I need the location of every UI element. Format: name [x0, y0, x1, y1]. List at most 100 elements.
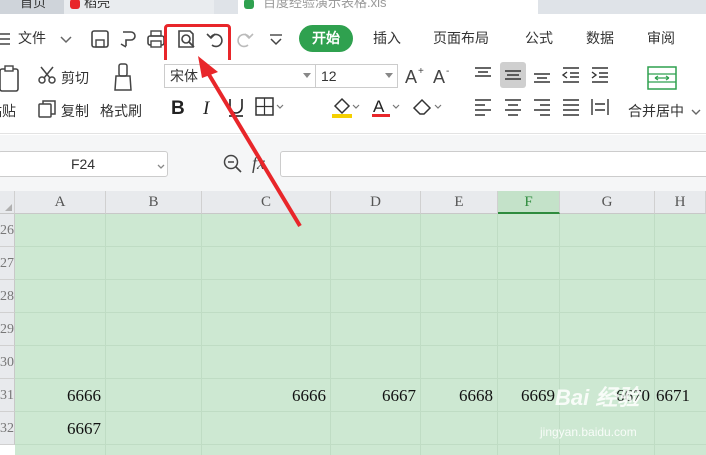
justify-icon[interactable] [560, 96, 582, 123]
col-header-b[interactable]: B [106, 191, 202, 214]
copy-label[interactable]: 复制 [61, 101, 89, 121]
svg-text:B: B [171, 98, 185, 118]
format-painter-label[interactable]: 格式刷 [100, 101, 142, 121]
tab-home-label: 首页 [20, 0, 47, 10]
align-bottom-icon[interactable] [531, 64, 553, 91]
eraser-icon[interactable] [410, 96, 442, 123]
font-color-icon[interactable]: A [370, 96, 400, 123]
paste-label[interactable]: 粘贴 [0, 101, 16, 121]
col-header-e[interactable]: E [421, 191, 498, 214]
decrease-font-icon[interactable]: A- [432, 64, 454, 91]
chevron-down-icon[interactable] [690, 104, 702, 122]
export-icon[interactable] [117, 28, 139, 50]
gridline [15, 312, 706, 313]
menu-file[interactable]: 文件 [18, 28, 46, 48]
ribbon: 粘贴 剪切 复制 格式刷 宋体 12 A+ A- B I A [0, 60, 706, 134]
align-top-icon[interactable] [472, 64, 494, 91]
sheet-grid[interactable]: 6666 6666 6667 6668 6669 6670 6671 6667 [15, 214, 706, 455]
tab-start[interactable]: 开始 [299, 25, 353, 52]
gridline [15, 444, 706, 445]
tab-workbook[interactable]: 百度经验演示表格.xls [238, 0, 538, 14]
save-icon[interactable] [89, 28, 111, 50]
bold-icon[interactable]: B [170, 96, 188, 123]
gridline [420, 214, 421, 455]
formula-input[interactable] [280, 151, 706, 177]
col-header-f[interactable]: F [498, 191, 560, 214]
fill-color-icon[interactable] [330, 96, 360, 123]
format-painter-icon[interactable] [110, 62, 136, 99]
row-header-26[interactable]: 26 [0, 214, 15, 247]
gridline [330, 214, 331, 455]
align-middle-icon[interactable] [500, 62, 526, 88]
cell-f31[interactable]: 6669 [497, 379, 559, 412]
decrease-indent-icon[interactable] [560, 64, 582, 91]
row-header-28[interactable]: 28 [0, 280, 15, 313]
gridline [15, 279, 706, 280]
row-header-32[interactable]: 32 [0, 412, 15, 445]
row-header-30[interactable]: 30 [0, 346, 15, 379]
font-name-select[interactable]: 宋体 [164, 64, 316, 88]
row-header-31[interactable]: 31 [0, 379, 15, 412]
increase-indent-icon[interactable] [589, 64, 611, 91]
scissors-icon[interactable] [36, 64, 58, 91]
watermark-logo: Bai 经验 [555, 385, 640, 410]
tab-data[interactable]: 数据 [586, 28, 614, 48]
chevron-down-icon [303, 73, 311, 78]
tab-home[interactable]: 首页 [0, 0, 64, 14]
cell-reference: F24 [70, 156, 96, 172]
align-left-icon[interactable] [472, 96, 494, 123]
fx-label[interactable]: fx [252, 153, 265, 174]
cell-d31[interactable]: 6667 [330, 379, 420, 412]
align-right-icon[interactable] [531, 96, 553, 123]
borders-icon[interactable] [254, 96, 284, 123]
italic-icon[interactable]: I [200, 96, 218, 123]
cell-h31[interactable]: 6671 [654, 379, 706, 412]
col-header-c[interactable]: C [202, 191, 331, 214]
merge-center-label[interactable]: 合并居中 [628, 101, 684, 121]
chevron-down-icon[interactable] [156, 159, 166, 177]
tab-formula[interactable]: 公式 [525, 28, 553, 48]
col-header-g[interactable]: G [560, 191, 655, 214]
increase-font-icon[interactable]: A + [404, 64, 426, 91]
cell-a31[interactable]: 6666 [15, 379, 105, 412]
gridline [105, 214, 106, 455]
cell-c31[interactable]: 6666 [201, 379, 330, 412]
gridline [497, 214, 498, 455]
font-size-value: 12 [321, 68, 337, 84]
select-all-corner[interactable] [0, 191, 15, 214]
chevron-down-icon[interactable] [55, 28, 72, 50]
cut-label[interactable]: 剪切 [61, 68, 89, 88]
row-header-29[interactable]: 29 [0, 313, 15, 346]
gridline [15, 246, 706, 247]
name-box[interactable]: F24 [0, 151, 168, 177]
tab-insert[interactable]: 插入 [373, 28, 401, 48]
tab-page-layout[interactable]: 页面布局 [433, 28, 489, 48]
paste-icon[interactable] [0, 64, 22, 99]
watermark-url: jingyan.baidu.com [540, 425, 637, 439]
distributed-align-icon[interactable] [589, 96, 611, 123]
cell-a32[interactable]: 6667 [15, 412, 105, 445]
zoom-icon[interactable] [222, 153, 244, 180]
redo-icon[interactable] [233, 28, 255, 50]
font-size-select[interactable]: 12 [316, 64, 398, 88]
tab-docer[interactable]: 稻壳 [64, 0, 214, 14]
col-header-a[interactable]: A [15, 191, 106, 214]
copy-icon[interactable] [36, 98, 58, 125]
gridline [15, 345, 706, 346]
svg-text:A: A [405, 67, 417, 86]
col-header-d[interactable]: D [331, 191, 421, 214]
svg-text:A: A [373, 97, 385, 116]
gridline [654, 214, 655, 455]
col-header-h[interactable]: H [655, 191, 706, 214]
underline-icon[interactable] [226, 96, 246, 123]
tab-review[interactable]: 审阅 [647, 28, 675, 48]
row-header-27[interactable]: 27 [0, 247, 15, 280]
merge-center-icon[interactable] [646, 64, 678, 97]
chevron-down-icon [385, 73, 393, 78]
align-center-icon[interactable] [502, 96, 524, 123]
svg-text:A: A [433, 67, 445, 86]
customize-toolbar-icon[interactable] [265, 28, 287, 50]
cell-e31[interactable]: 6668 [420, 379, 497, 412]
formula-bar: F24 fx [0, 135, 706, 191]
font-name-value: 宋体 [170, 68, 198, 84]
